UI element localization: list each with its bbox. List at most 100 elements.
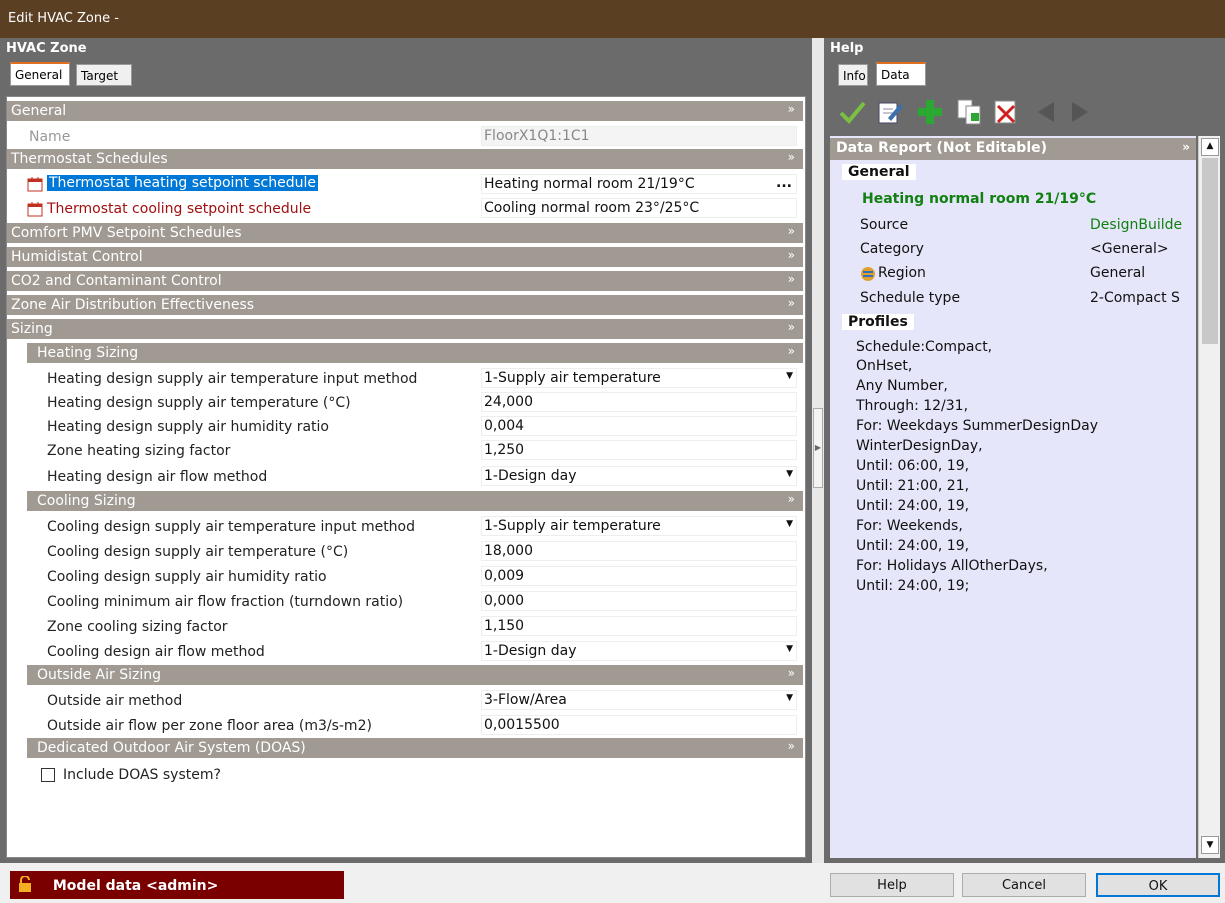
heating-schedule-field[interactable]: Heating normal room 21/19°C... bbox=[481, 174, 797, 194]
property-row[interactable]: Cooling design supply air temperature (°… bbox=[7, 540, 803, 564]
dropdown-arrow-icon[interactable]: ▼ bbox=[786, 469, 793, 479]
cooling-schedule-row[interactable]: Thermostat cooling setpoint schedule Coo… bbox=[7, 197, 803, 221]
scroll-thumb[interactable] bbox=[1202, 158, 1218, 344]
prop-key: Source bbox=[860, 217, 909, 233]
data-report: Data Report (Not Editable) » General Heat… bbox=[830, 136, 1196, 858]
numeric-field[interactable]: 18,000 bbox=[481, 541, 797, 561]
numeric-field[interactable]: 24,000 bbox=[481, 392, 797, 412]
property-label: Zone cooling sizing factor bbox=[47, 619, 228, 635]
heating-schedule-row[interactable]: Thermostat heating setpoint schedule Hea… bbox=[7, 173, 803, 197]
collapse-icon[interactable]: » bbox=[788, 739, 795, 753]
dropdown-arrow-icon[interactable]: ▼ bbox=[786, 371, 793, 381]
section-thermostat[interactable]: Thermostat Schedules » bbox=[7, 149, 803, 169]
numeric-field[interactable]: 0,000 bbox=[481, 591, 797, 611]
section-outside-air-sizing[interactable]: Outside Air Sizing » bbox=[27, 665, 803, 685]
previous-icon[interactable] bbox=[1034, 100, 1058, 128]
property-row[interactable]: Zone cooling sizing factor 1,150 bbox=[7, 615, 803, 639]
expand-icon[interactable]: » bbox=[788, 248, 795, 262]
collapse-icon[interactable]: » bbox=[788, 150, 795, 164]
property-row[interactable]: Heating design air flow method 1-Design … bbox=[7, 465, 803, 489]
property-row[interactable]: Outside air method 3-Flow/Area ▼ bbox=[7, 689, 803, 713]
ok-button[interactable]: OK bbox=[1096, 873, 1220, 897]
property-row[interactable]: Outside air flow per zone floor area (m3… bbox=[7, 714, 803, 738]
property-label: Heating design supply air humidity ratio bbox=[47, 419, 329, 435]
dropdown-arrow-icon[interactable]: ▼ bbox=[786, 519, 793, 529]
model-data-badge: Model data <admin> bbox=[10, 871, 344, 899]
report-title: Data Report (Not Editable) bbox=[836, 140, 1048, 156]
item-title: Heating normal room 21/19°C bbox=[862, 191, 1097, 207]
doas-checkbox[interactable] bbox=[41, 768, 55, 782]
prop-value: General bbox=[1090, 265, 1146, 281]
checkmark-icon[interactable] bbox=[838, 98, 866, 130]
section-sizing[interactable]: Sizing » bbox=[7, 319, 803, 339]
section-general[interactable]: General » bbox=[7, 101, 803, 121]
expand-icon[interactable]: » bbox=[788, 272, 795, 286]
section-label: Comfort PMV Setpoint Schedules bbox=[11, 225, 242, 241]
heating-schedule-value: Heating normal room 21/19°C bbox=[484, 176, 695, 192]
section-cooling-sizing[interactable]: Cooling Sizing » bbox=[27, 491, 803, 511]
property-label: Cooling design supply air temperature in… bbox=[47, 519, 416, 535]
add-icon[interactable] bbox=[916, 98, 944, 130]
doas-row[interactable]: Include DOAS system? bbox=[7, 763, 803, 787]
tab-data[interactable]: Data bbox=[876, 62, 926, 86]
dropdown-field[interactable]: 3-Flow/Area ▼ bbox=[481, 690, 797, 710]
next-icon[interactable] bbox=[1068, 100, 1092, 128]
profile-line: Until: 06:00, 19, bbox=[856, 458, 970, 474]
property-row[interactable]: Heating design supply air humidity ratio… bbox=[7, 415, 803, 439]
tab-target[interactable]: Target bbox=[76, 64, 132, 86]
property-row[interactable]: Cooling design air flow method 1-Design … bbox=[7, 640, 803, 664]
profile-line: Until: 24:00, 19; bbox=[856, 578, 970, 594]
tab-info[interactable]: Info bbox=[838, 64, 868, 86]
edit-icon[interactable] bbox=[876, 98, 904, 130]
numeric-field[interactable]: 0,009 bbox=[481, 566, 797, 586]
property-row[interactable]: Heating design supply air temperature (°… bbox=[7, 391, 803, 415]
scroll-up-icon[interactable]: ▲ bbox=[1201, 138, 1219, 156]
right-tab-strip: Info Data bbox=[824, 60, 1225, 88]
numeric-field[interactable]: 0,0015500 bbox=[481, 715, 797, 735]
section-co2[interactable]: CO2 and Contaminant Control » bbox=[7, 271, 803, 291]
section-doas[interactable]: Dedicated Outdoor Air System (DOAS) » bbox=[27, 738, 803, 758]
section-label: Sizing bbox=[11, 321, 53, 337]
property-row[interactable]: Cooling design supply air temperature in… bbox=[7, 515, 803, 539]
dropdown-field[interactable]: 1-Design day ▼ bbox=[481, 466, 797, 486]
collapse-icon[interactable]: » bbox=[788, 320, 795, 334]
collapse-icon[interactable]: » bbox=[788, 666, 795, 680]
browse-button[interactable]: ... bbox=[776, 175, 792, 191]
collapse-icon[interactable]: » bbox=[788, 344, 795, 358]
property-row[interactable]: Zone heating sizing factor 1,250 bbox=[7, 439, 803, 463]
help-scrollbar[interactable]: ▲ ▼ bbox=[1198, 136, 1220, 858]
numeric-field[interactable]: 1,250 bbox=[481, 440, 797, 460]
section-heating-sizing[interactable]: Heating Sizing » bbox=[27, 343, 803, 363]
section-comfort-pmv[interactable]: Comfort PMV Setpoint Schedules » bbox=[7, 223, 803, 243]
cancel-button[interactable]: Cancel bbox=[962, 873, 1086, 897]
expand-icon[interactable]: » bbox=[788, 296, 795, 310]
property-row[interactable]: Heating design supply air temperature in… bbox=[7, 367, 803, 391]
numeric-field[interactable]: 0,004 bbox=[481, 416, 797, 436]
property-row[interactable]: Cooling design supply air humidity ratio… bbox=[7, 565, 803, 589]
dropdown-field[interactable]: 1-Supply air temperature ▼ bbox=[481, 516, 797, 536]
expand-icon[interactable]: » bbox=[788, 224, 795, 238]
splitter-grip-icon[interactable]: ▶ bbox=[813, 408, 823, 488]
section-zone-air[interactable]: Zone Air Distribution Effectiveness » bbox=[7, 295, 803, 315]
property-row[interactable]: Cooling minimum air flow fraction (turnd… bbox=[7, 590, 803, 614]
scroll-down-icon[interactable]: ▼ bbox=[1201, 836, 1219, 854]
dropdown-arrow-icon[interactable]: ▼ bbox=[786, 693, 793, 703]
delete-icon[interactable] bbox=[992, 98, 1020, 130]
copy-icon[interactable] bbox=[956, 98, 984, 130]
name-field: FloorX1Q1:1C1 bbox=[481, 126, 797, 146]
dropdown-field[interactable]: 1-Supply air temperature ▼ bbox=[481, 368, 797, 388]
schedule-icon bbox=[27, 201, 43, 217]
help-button[interactable]: Help bbox=[830, 873, 954, 897]
collapse-icon[interactable]: » bbox=[1182, 140, 1190, 154]
cooling-schedule-field[interactable]: Cooling normal room 23°/25°C bbox=[481, 198, 797, 218]
property-label: Heating design air flow method bbox=[47, 469, 268, 485]
section-humidistat[interactable]: Humidistat Control » bbox=[7, 247, 803, 267]
dropdown-arrow-icon[interactable]: ▼ bbox=[786, 644, 793, 654]
dropdown-field[interactable]: 1-Design day ▼ bbox=[481, 641, 797, 661]
collapse-icon[interactable]: » bbox=[788, 492, 795, 506]
collapse-icon[interactable]: » bbox=[788, 102, 795, 116]
doas-label: Include DOAS system? bbox=[63, 767, 221, 783]
tab-general[interactable]: General bbox=[10, 62, 70, 86]
numeric-field[interactable]: 1,150 bbox=[481, 616, 797, 636]
section-label: Zone Air Distribution Effectiveness bbox=[11, 297, 255, 313]
